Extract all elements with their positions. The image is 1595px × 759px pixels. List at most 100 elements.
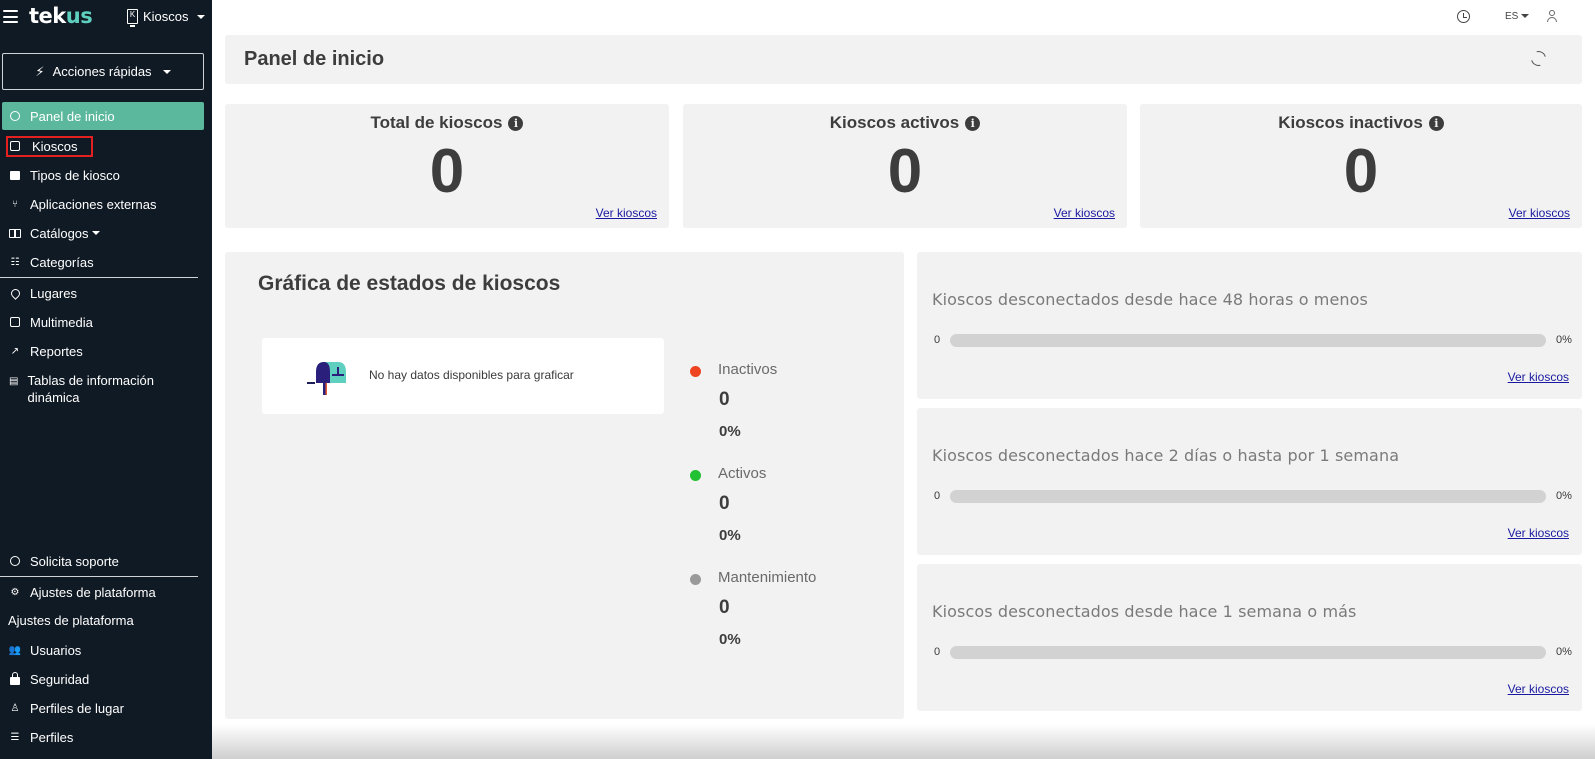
sidebar-item-label: Solicita soporte [30, 553, 119, 569]
place-profile-icon: ♙ [10, 702, 20, 714]
ver-kioscos-link[interactable]: Ver kioscos [1508, 682, 1569, 696]
stat-value: 0 [887, 137, 923, 206]
sidebar-item-label: Perfiles de lugar [30, 700, 124, 716]
sidebar-item-label: Tablas de información dinámica [27, 373, 154, 405]
stat-title: Kioscos inactivos i [1140, 113, 1582, 133]
app-switcher-label: Kioscos [143, 9, 189, 24]
disconnected-progress-bar [950, 334, 1546, 347]
disconnected-over-1week-card: Kioscos desconectados desde hace 1 seman… [917, 564, 1582, 711]
page-header: Panel de inicio [225, 35, 1582, 84]
user-profile-icon[interactable] [1546, 10, 1558, 23]
bottom-shadow [212, 724, 1595, 759]
sidebar-item-label: Perfiles [30, 729, 74, 745]
sidebar-item-categorias[interactable]: ☷ Categorías [2, 248, 204, 276]
refresh-icon[interactable] [1528, 48, 1549, 69]
sidebar-item-usuarios[interactable]: 👥 Usuarios [2, 636, 204, 664]
language-selector[interactable]: ES [1505, 11, 1530, 22]
legend-dot [690, 574, 701, 585]
legend-label: Mantenimiento [718, 569, 817, 586]
info-icon[interactable]: i [965, 116, 981, 131]
settings-gears-icon: ⚙ [10, 586, 20, 598]
legend-percent: 0% [719, 631, 741, 648]
sidebar-item-ajustes-de-plataforma[interactable]: ⚙ Ajustes de plataforma [2, 578, 204, 606]
sidebar-item-label: Kioscos [6, 135, 93, 157]
help-circle-icon [9, 555, 21, 567]
sidebar-item-kioscos[interactable]: Kioscos [2, 132, 204, 160]
sidebar-item-tablas-de-informacion-dinamica[interactable]: ▤ Tablas de información dinámica [2, 372, 172, 410]
page-title: Panel de inicio [244, 48, 385, 70]
sidebar-item-tipos-de-kiosco[interactable]: Tipos de kiosco [2, 161, 204, 189]
quick-actions-button[interactable]: ⚡ Acciones rápidas [2, 53, 204, 90]
stat-title: Kioscos activos i [683, 113, 1127, 133]
sidebar-item-label: Panel de inicio [30, 108, 115, 124]
app-switcher-dropdown[interactable]: K Kioscos [127, 9, 205, 27]
categories-icon: ☷ [10, 256, 20, 268]
sidebar-item-label: Ajustes de plataforma [30, 584, 156, 600]
legend-percent: 0% [719, 423, 741, 440]
sidebar-item-label: Seguridad [30, 671, 90, 687]
ver-kioscos-link[interactable]: Ver kioscos [596, 206, 657, 220]
disconnected-percent: 0% [1556, 334, 1572, 346]
legend-dot [690, 366, 701, 377]
lock-icon [9, 671, 21, 685]
sidebar-item-solicita-soporte[interactable]: Solicita soporte [2, 547, 204, 575]
sidebar-item-catalogos[interactable]: Catálogos [2, 219, 204, 247]
chevron-down-icon [1521, 14, 1530, 19]
ver-kioscos-link[interactable]: Ver kioscos [1054, 206, 1115, 220]
disconnected-count: 0 [934, 334, 941, 346]
sidebar-divider [0, 277, 198, 278]
sidebar-item-lugares[interactable]: Lugares [2, 279, 204, 307]
ver-kioscos-link[interactable]: Ver kioscos [1509, 206, 1570, 220]
disconnected-percent: 0% [1556, 646, 1572, 658]
disconnected-title: Kioscos desconectados desde hace 48 hora… [932, 290, 1368, 309]
ver-kioscos-link[interactable]: Ver kioscos [1508, 370, 1569, 384]
external-apps-icon: ⑂ [12, 198, 18, 210]
disconnected-progress-bar [950, 646, 1546, 659]
sidebar-item-label: Aplicaciones externas [30, 196, 157, 212]
disconnected-count: 0 [934, 490, 941, 502]
ver-kioscos-link[interactable]: Ver kioscos [1508, 526, 1569, 540]
legend-count: 0 [719, 597, 730, 618]
sidebar-item-reportes[interactable]: ↗ Reportes [2, 337, 204, 365]
info-icon[interactable]: i [1428, 116, 1444, 131]
sidebar-item-label: Tipos de kiosco [30, 167, 120, 183]
legend-label: Inactivos [718, 361, 778, 378]
chevron-down-icon [162, 69, 171, 74]
disconnected-percent: 0% [1556, 490, 1572, 502]
users-icon: 👥 [8, 644, 22, 656]
location-pin-icon [8, 286, 22, 300]
table-icon: ▤ [9, 375, 19, 387]
stat-card-total: Total de kioscos i 0 Ver kioscos [225, 104, 669, 228]
history-icon[interactable] [1457, 10, 1470, 23]
chevron-down-icon [91, 231, 100, 235]
sidebar-item-aplicaciones-externas[interactable]: ⑂ Aplicaciones externas [2, 190, 204, 218]
disconnected-title: Kioscos desconectados desde hace 1 seman… [932, 602, 1357, 621]
stat-title: Total de kioscos i [225, 113, 669, 133]
chevron-down-icon [196, 14, 205, 19]
stat-card-inactivos: Kioscos inactivos i 0 Ver kioscos [1140, 104, 1582, 228]
no-data-message-box: No hay datos disponibles para graficar [262, 338, 664, 414]
topbar: ES [212, 0, 1595, 34]
info-icon[interactable]: i [508, 116, 524, 131]
chart-title: Gráfica de estados de kioscos [258, 272, 561, 295]
sidebar-item-multimedia[interactable]: Multimedia [2, 308, 204, 336]
sidebar-item-seguridad[interactable]: Seguridad [2, 665, 204, 693]
settings-section-header: Ajustes de plataforma [8, 613, 134, 628]
sidebar-item-panel-de-inicio[interactable]: Panel de inicio [2, 102, 204, 130]
disconnected-count: 0 [934, 646, 941, 658]
disconnected-48h-card: Kioscos desconectados desde hace 48 hora… [917, 252, 1582, 399]
hamburger-menu-icon[interactable] [3, 10, 18, 23]
sidebar-item-label: Categorías [30, 254, 94, 270]
multimedia-icon [9, 316, 21, 328]
sidebar-item-perfiles[interactable]: ☰ Perfiles [2, 723, 204, 751]
quick-actions-label: Acciones rápidas [52, 64, 152, 79]
sidebar-item-label: Catálogos [30, 225, 89, 241]
sidebar-item-label: Usuarios [30, 642, 82, 658]
sidebar-item-label: Lugares [30, 285, 77, 301]
sidebar-item-label: Reportes [30, 343, 83, 359]
tekus-logo: tekus [29, 4, 93, 28]
legend-label: Activos [718, 465, 767, 482]
sidebar-divider [0, 576, 198, 577]
sidebar-item-perfiles-de-lugar[interactable]: ♙ Perfiles de lugar [2, 694, 204, 722]
kiosk-status-chart-card: Gráfica de estados de kioscos No hay dat… [225, 252, 904, 719]
